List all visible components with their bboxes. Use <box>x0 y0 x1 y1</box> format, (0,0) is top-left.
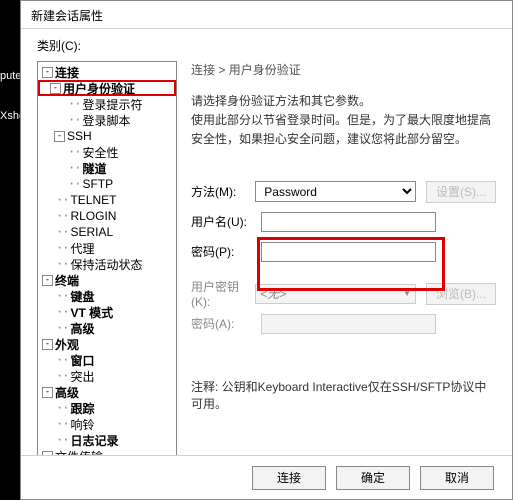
tree-auth[interactable]: -用户身份验证 <box>38 80 176 96</box>
tree-proxy[interactable]: ··代理 <box>38 240 176 256</box>
breadcrumb: 连接 > 用户身份验证 <box>191 61 496 78</box>
browse-button: 浏览(B)... <box>426 283 496 305</box>
tree-tunnel[interactable]: ··隧道 <box>38 160 176 176</box>
titlebar: 新建会话属性 <box>21 1 512 29</box>
passphrase-field <box>261 314 436 334</box>
tree-logging[interactable]: ··日志记录 <box>38 432 176 448</box>
tree-rlogin[interactable]: ··RLOGIN <box>38 208 176 224</box>
note-text: 注释: 公钥和Keyboard Interactive仅在SSH/SFTP协议中… <box>191 378 496 412</box>
tree-bell[interactable]: ··响铃 <box>38 416 176 432</box>
tree-connection[interactable]: -连接 <box>38 64 176 80</box>
tree-appearance[interactable]: -外观 <box>38 336 176 352</box>
session-properties-dialog: 新建会话属性 类别(C): -连接 -用户身份验证 ··登录提示符 ··登录脚本… <box>20 0 513 500</box>
tree-window[interactable]: ··窗口 <box>38 352 176 368</box>
username-label: 用户名(U): <box>191 213 261 230</box>
method-label: 方法(M): <box>191 183 255 200</box>
tree-terminal[interactable]: -终端 <box>38 272 176 288</box>
collapse-icon[interactable]: - <box>42 387 53 398</box>
chevron-right-icon: > <box>218 63 225 77</box>
tree-sftp[interactable]: ··SFTP <box>38 176 176 192</box>
chevron-down-icon: ▼ <box>403 289 411 298</box>
category-label: 类别(C): <box>37 37 496 54</box>
breadcrumb-current: 用户身份验证 <box>229 63 301 77</box>
dialog-title: 新建会话属性 <box>31 9 103 23</box>
ok-button[interactable]: 确定 <box>336 466 410 490</box>
tree-ssh[interactable]: -SSH <box>38 128 176 144</box>
breadcrumb-root: 连接 <box>191 63 215 77</box>
tree-advanced[interactable]: ··高级 <box>38 320 176 336</box>
tree-security[interactable]: ··安全性 <box>38 144 176 160</box>
right-panel: 连接 > 用户身份验证 请选择身份验证方法和其它参数。 使用此部分以节省登录时间… <box>191 61 496 412</box>
method-select[interactable]: Password <box>255 181 416 202</box>
collapse-icon[interactable]: - <box>42 275 53 286</box>
tree-vtmode[interactable]: ··VT 模式 <box>38 304 176 320</box>
category-tree[interactable]: -连接 -用户身份验证 ··登录提示符 ··登录脚本 -SSH ··安全性 ··… <box>37 61 177 469</box>
username-field[interactable] <box>261 212 436 232</box>
password-label: 密码(P): <box>191 243 261 260</box>
tree-login-script[interactable]: ··登录脚本 <box>38 112 176 128</box>
tree-telnet[interactable]: ··TELNET <box>38 192 176 208</box>
cancel-button[interactable]: 取消 <box>420 466 494 490</box>
collapse-icon[interactable]: - <box>42 339 53 350</box>
connect-button[interactable]: 连接 <box>252 466 326 490</box>
userkey-label: 用户密钥(K): <box>191 278 255 309</box>
tree-highlight[interactable]: ··突出 <box>38 368 176 384</box>
passphrase-label: 密码(A): <box>191 315 261 332</box>
button-bar: 连接 确定 取消 <box>21 455 512 499</box>
tree-login-prompt[interactable]: ··登录提示符 <box>38 96 176 112</box>
tree-keepalive[interactable]: ··保持活动状态 <box>38 256 176 272</box>
tree-trace[interactable]: ··跟踪 <box>38 400 176 416</box>
collapse-icon[interactable]: - <box>54 131 65 142</box>
tree-keyboard[interactable]: ··键盘 <box>38 288 176 304</box>
tree-advanced2[interactable]: -高级 <box>38 384 176 400</box>
password-field[interactable] <box>261 242 436 262</box>
collapse-icon[interactable]: - <box>50 83 61 94</box>
setup-button: 设置(S)... <box>426 181 496 203</box>
description-text: 请选择身份验证方法和其它参数。 使用此部分以节省登录时间。但是，为了最大限度地提… <box>191 92 496 150</box>
userkey-select: <无>▼ <box>255 284 416 304</box>
collapse-icon[interactable]: - <box>42 67 53 78</box>
tree-serial[interactable]: ··SERIAL <box>38 224 176 240</box>
